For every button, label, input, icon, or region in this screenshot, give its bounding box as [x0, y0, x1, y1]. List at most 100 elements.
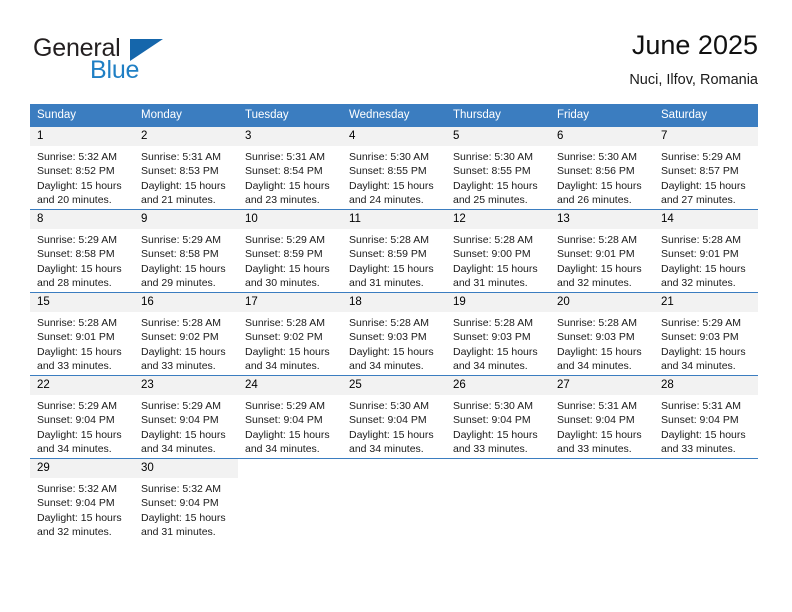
daylight-duration-line1: Daylight: 15 hours	[37, 179, 122, 192]
calendar-day-cell[interactable]: 15 Sunrise: 5:28 AM Sunset: 9:01 PM Dayligh…	[30, 292, 134, 376]
day-cell-inner: 8 Sunrise: 5:29 AM Sunset: 8:58 PM Daylight…	[30, 210, 134, 292]
day-number	[238, 459, 342, 478]
calendar-day-cell[interactable]: 19 Sunrise: 5:28 AM Sunset: 9:03 PM Dayligh…	[446, 292, 550, 376]
day-details: Sunrise: 5:30 AM Sunset: 8:55 PM Daylight:…	[342, 146, 446, 207]
day-cell-inner: 13 Sunrise: 5:28 AM Sunset: 9:01 PM Dayligh…	[550, 210, 654, 292]
day-number	[446, 459, 550, 478]
calendar-week-row: 1 Sunrise: 5:32 AM Sunset: 8:52 PM Daylight…	[30, 126, 758, 210]
calendar-header-row-group: Sunday Monday Tuesday Wednesday Thursday…	[30, 104, 758, 127]
day-number: 1	[30, 127, 134, 146]
calendar-day-cell[interactable]: 24 Sunrise: 5:29 AM Sunset: 9:04 PM Dayligh…	[238, 375, 342, 459]
calendar-day-cell-empty	[446, 458, 550, 541]
sunset-time: Sunset: 8:55 PM	[349, 165, 427, 178]
sunset-time: Sunset: 9:04 PM	[37, 414, 115, 427]
daylight-duration-line1: Daylight: 15 hours	[661, 345, 746, 358]
daylight-duration-line2: and 31 minutes.	[349, 276, 424, 289]
sunrise-time: Sunrise: 5:29 AM	[141, 234, 221, 246]
sunrise-time: Sunrise: 5:28 AM	[453, 317, 533, 329]
day-number: 23	[134, 376, 238, 395]
calendar-day-cell[interactable]: 22 Sunrise: 5:29 AM Sunset: 9:04 PM Dayligh…	[30, 375, 134, 459]
day-number: 3	[238, 127, 342, 146]
calendar-day-cell[interactable]: 4 Sunrise: 5:30 AM Sunset: 8:55 PM Daylight…	[342, 126, 446, 210]
day-cell-inner: 30 Sunrise: 5:32 AM Sunset: 9:04 PM Dayligh…	[134, 459, 238, 541]
daylight-duration-line1: Daylight: 15 hours	[245, 179, 330, 192]
weekday-header-saturday: Saturday	[654, 104, 758, 127]
calendar-day-cell[interactable]: 26 Sunrise: 5:30 AM Sunset: 9:04 PM Dayligh…	[446, 375, 550, 459]
calendar-week-row: 8 Sunrise: 5:29 AM Sunset: 8:58 PM Daylight…	[30, 209, 758, 293]
calendar-day-cell[interactable]: 21 Sunrise: 5:29 AM Sunset: 9:03 PM Dayligh…	[654, 292, 758, 376]
daylight-duration-line2: and 34 minutes.	[245, 359, 320, 372]
calendar-week-row: 22 Sunrise: 5:29 AM Sunset: 9:04 PM Dayligh…	[30, 375, 758, 459]
day-number: 19	[446, 293, 550, 312]
calendar-day-cell[interactable]: 2 Sunrise: 5:31 AM Sunset: 8:53 PM Daylight…	[134, 126, 238, 210]
calendar-day-cell[interactable]: 20 Sunrise: 5:28 AM Sunset: 9:03 PM Dayligh…	[550, 292, 654, 376]
calendar-day-cell[interactable]: 3 Sunrise: 5:31 AM Sunset: 8:54 PM Daylight…	[238, 126, 342, 210]
daylight-duration-line2: and 33 minutes.	[557, 442, 632, 455]
calendar-day-cell[interactable]: 11 Sunrise: 5:28 AM Sunset: 8:59 PM Dayligh…	[342, 209, 446, 293]
calendar-day-cell[interactable]: 14 Sunrise: 5:28 AM Sunset: 9:01 PM Dayligh…	[654, 209, 758, 293]
calendar-day-cell[interactable]: 23 Sunrise: 5:29 AM Sunset: 9:04 PM Dayligh…	[134, 375, 238, 459]
calendar-day-cell[interactable]: 16 Sunrise: 5:28 AM Sunset: 9:02 PM Dayligh…	[134, 292, 238, 376]
brand-logo[interactable]: General Blue	[33, 34, 263, 86]
daylight-duration-line1: Daylight: 15 hours	[349, 262, 434, 275]
sunset-time: Sunset: 9:04 PM	[453, 414, 531, 427]
day-details: Sunrise: 5:32 AM Sunset: 9:04 PM Daylight:…	[30, 478, 134, 539]
daylight-duration-line2: and 21 minutes.	[141, 193, 216, 206]
sunset-time: Sunset: 8:55 PM	[453, 165, 531, 178]
title-block: June 2025 Nuci, Ilfov, Romania	[629, 28, 758, 89]
daylight-duration-line1: Daylight: 15 hours	[245, 428, 330, 441]
sunset-time: Sunset: 8:57 PM	[661, 165, 739, 178]
sunrise-time: Sunrise: 5:31 AM	[557, 400, 637, 412]
calendar-day-cell[interactable]: 6 Sunrise: 5:30 AM Sunset: 8:56 PM Daylight…	[550, 126, 654, 210]
day-number	[550, 459, 654, 478]
sunrise-time: Sunrise: 5:28 AM	[141, 317, 221, 329]
day-number: 29	[30, 459, 134, 478]
day-details: Sunrise: 5:29 AM Sunset: 8:57 PM Daylight:…	[654, 146, 758, 207]
calendar-day-cell[interactable]: 7 Sunrise: 5:29 AM Sunset: 8:57 PM Daylight…	[654, 126, 758, 210]
daylight-duration-line1: Daylight: 15 hours	[245, 345, 330, 358]
calendar-day-cell[interactable]: 29 Sunrise: 5:32 AM Sunset: 9:04 PM Dayligh…	[30, 458, 134, 541]
day-number: 18	[342, 293, 446, 312]
daylight-duration-line2: and 34 minutes.	[37, 442, 112, 455]
day-cell-inner: 4 Sunrise: 5:30 AM Sunset: 8:55 PM Daylight…	[342, 127, 446, 209]
calendar-day-cell[interactable]: 5 Sunrise: 5:30 AM Sunset: 8:55 PM Daylight…	[446, 126, 550, 210]
calendar-day-cell[interactable]: 18 Sunrise: 5:28 AM Sunset: 9:03 PM Dayligh…	[342, 292, 446, 376]
day-number: 15	[30, 293, 134, 312]
calendar-day-cell-empty	[238, 458, 342, 541]
day-details: Sunrise: 5:28 AM Sunset: 9:03 PM Daylight:…	[550, 312, 654, 373]
calendar-day-cell[interactable]: 9 Sunrise: 5:29 AM Sunset: 8:58 PM Daylight…	[134, 209, 238, 293]
day-number: 14	[654, 210, 758, 229]
sunrise-time: Sunrise: 5:29 AM	[141, 400, 221, 412]
day-details: Sunrise: 5:29 AM Sunset: 9:04 PM Daylight:…	[134, 395, 238, 456]
daylight-duration-line1: Daylight: 15 hours	[349, 428, 434, 441]
daylight-duration-line2: and 20 minutes.	[37, 193, 112, 206]
calendar-day-cell[interactable]: 25 Sunrise: 5:30 AM Sunset: 9:04 PM Dayligh…	[342, 375, 446, 459]
daylight-duration-line1: Daylight: 15 hours	[349, 345, 434, 358]
calendar-day-cell[interactable]: 13 Sunrise: 5:28 AM Sunset: 9:01 PM Dayligh…	[550, 209, 654, 293]
calendar-day-cell[interactable]: 10 Sunrise: 5:29 AM Sunset: 8:59 PM Dayligh…	[238, 209, 342, 293]
daylight-duration-line2: and 23 minutes.	[245, 193, 320, 206]
daylight-duration-line2: and 29 minutes.	[141, 276, 216, 289]
daylight-duration-line1: Daylight: 15 hours	[349, 179, 434, 192]
calendar-day-cell[interactable]: 17 Sunrise: 5:28 AM Sunset: 9:02 PM Dayligh…	[238, 292, 342, 376]
calendar-day-cell[interactable]: 27 Sunrise: 5:31 AM Sunset: 9:04 PM Dayligh…	[550, 375, 654, 459]
daylight-duration-line2: and 34 minutes.	[141, 442, 216, 455]
calendar-day-cell[interactable]: 28 Sunrise: 5:31 AM Sunset: 9:04 PM Dayligh…	[654, 375, 758, 459]
calendar-day-cell[interactable]: 8 Sunrise: 5:29 AM Sunset: 8:58 PM Daylight…	[30, 209, 134, 293]
day-cell-inner	[342, 459, 446, 541]
day-cell-inner: 6 Sunrise: 5:30 AM Sunset: 8:56 PM Daylight…	[550, 127, 654, 209]
calendar-day-cell[interactable]: 12 Sunrise: 5:28 AM Sunset: 9:00 PM Dayligh…	[446, 209, 550, 293]
day-number: 2	[134, 127, 238, 146]
day-number	[654, 459, 758, 478]
day-cell-inner: 10 Sunrise: 5:29 AM Sunset: 8:59 PM Dayligh…	[238, 210, 342, 292]
calendar-day-cell[interactable]: 1 Sunrise: 5:32 AM Sunset: 8:52 PM Daylight…	[30, 126, 134, 210]
daylight-duration-line1: Daylight: 15 hours	[557, 428, 642, 441]
daylight-duration-line1: Daylight: 15 hours	[557, 179, 642, 192]
day-number: 12	[446, 210, 550, 229]
calendar-day-cell[interactable]: 30 Sunrise: 5:32 AM Sunset: 9:04 PM Dayligh…	[134, 458, 238, 541]
daylight-duration-line2: and 34 minutes.	[453, 359, 528, 372]
daylight-duration-line1: Daylight: 15 hours	[141, 511, 226, 524]
sunrise-time: Sunrise: 5:29 AM	[37, 234, 117, 246]
day-cell-inner: 26 Sunrise: 5:30 AM Sunset: 9:04 PM Dayligh…	[446, 376, 550, 458]
calendar-body: 1 Sunrise: 5:32 AM Sunset: 8:52 PM Daylight…	[30, 126, 758, 541]
